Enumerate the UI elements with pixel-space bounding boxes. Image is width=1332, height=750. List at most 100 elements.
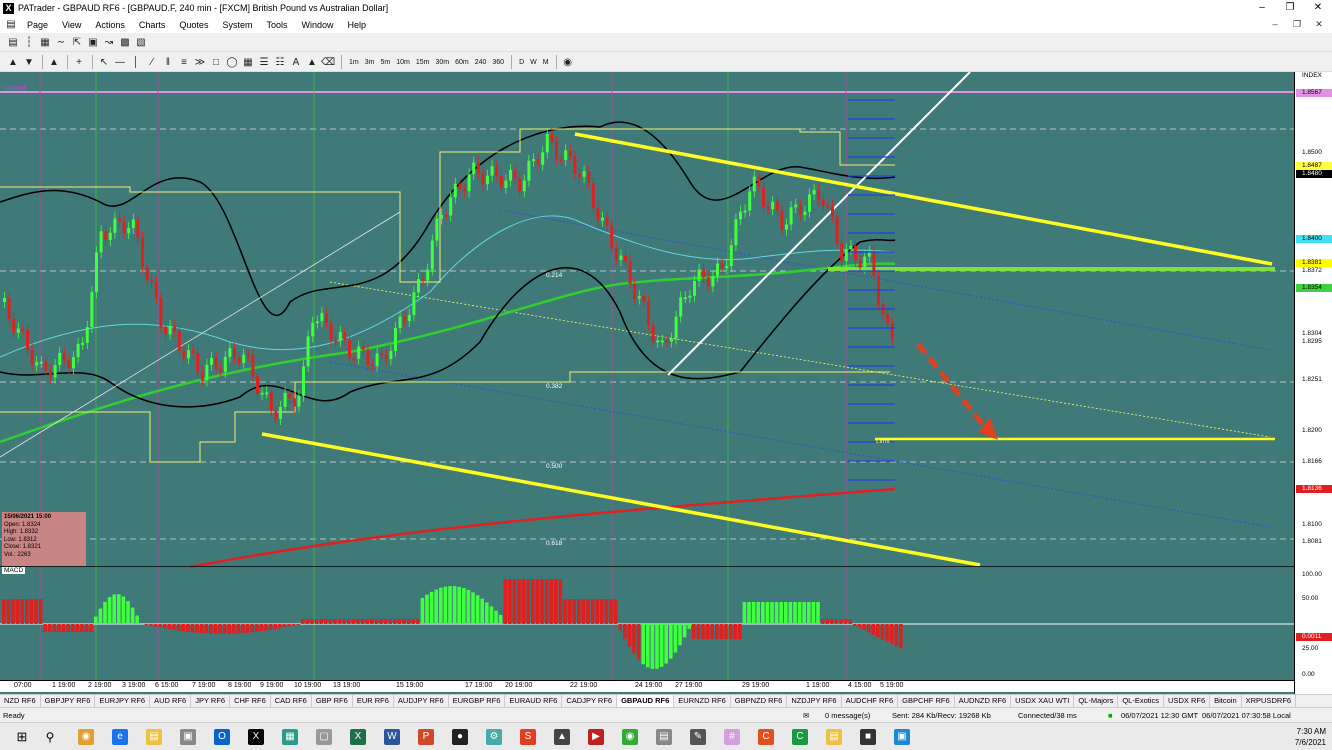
explorer-icon[interactable]: ▤ bbox=[826, 729, 842, 745]
tab-eurgbp-rf6[interactable]: EURGBP RF6 bbox=[449, 695, 506, 707]
settings-icon[interactable]: ⚙ bbox=[486, 729, 502, 745]
minimize-icon[interactable]: – bbox=[1248, 0, 1276, 16]
edge-icon[interactable]: e bbox=[112, 729, 128, 745]
template-icon[interactable]: ▩ bbox=[118, 35, 132, 49]
messages-icon[interactable]: ✉ bbox=[803, 711, 809, 720]
tablet-icon[interactable]: ▤ bbox=[656, 729, 672, 745]
arrow-up-icon[interactable]: ▲ bbox=[6, 55, 20, 69]
timeframe-3m[interactable]: 3m bbox=[362, 59, 378, 66]
menu-window[interactable]: Window bbox=[294, 20, 340, 30]
app-green-icon[interactable]: ◉ bbox=[622, 729, 638, 745]
bar-chart-icon[interactable]: ▤ bbox=[6, 35, 20, 49]
powerpoint-icon[interactable]: P bbox=[418, 729, 434, 745]
channel-icon[interactable]: ‖ bbox=[161, 55, 175, 69]
calculator-icon[interactable]: ▦ bbox=[282, 729, 298, 745]
tab-audnzd-rf6[interactable]: AUDNZD RF6 bbox=[955, 695, 1012, 707]
tab-audchf-rf6[interactable]: AUDCHF RF6 bbox=[842, 695, 899, 707]
tab-euraud-rf6[interactable]: EURAUD RF6 bbox=[505, 695, 563, 707]
ellipse-icon[interactable]: ◯ bbox=[225, 55, 239, 69]
fibonacci-icon[interactable]: ≡ bbox=[177, 55, 191, 69]
app-icon[interactable]: ● bbox=[452, 729, 468, 745]
pointer-icon[interactable]: ↖ bbox=[97, 55, 111, 69]
vertical-line-icon[interactable]: │ bbox=[129, 55, 143, 69]
windows-start-icon[interactable]: ⊞ bbox=[14, 729, 30, 745]
horizontal-line-icon[interactable]: — bbox=[113, 55, 127, 69]
app-dark-icon[interactable]: ■ bbox=[860, 729, 876, 745]
properties-icon[interactable]: ▧ bbox=[134, 35, 148, 49]
timeframe-w[interactable]: W bbox=[527, 59, 540, 66]
menu-page[interactable]: Page bbox=[20, 20, 55, 30]
cycles-icon[interactable]: ☰ bbox=[257, 55, 271, 69]
rectangle-icon[interactable]: □ bbox=[209, 55, 223, 69]
tab-cad-rf6[interactable]: CAD RF6 bbox=[271, 695, 312, 707]
tab-nzdjpy-rf6[interactable]: NZDJPY RF6 bbox=[787, 695, 842, 707]
tab-aud-rf6[interactable]: AUD RF6 bbox=[150, 695, 192, 707]
text-icon[interactable]: A bbox=[289, 55, 303, 69]
status-messages[interactable]: 0 message(s) bbox=[825, 711, 870, 720]
timeframe-m[interactable]: M bbox=[540, 59, 552, 66]
erase-icon[interactable]: ⌫ bbox=[321, 55, 335, 69]
tab-usdx-xau-wti[interactable]: USDX XAU WTI bbox=[1011, 695, 1075, 707]
timeframe-1m[interactable]: 1m bbox=[346, 59, 362, 66]
chart-area[interactable]: Locked 0.214 0.382 0.500 0.618 Limit 15/… bbox=[0, 72, 1332, 694]
timeframe-15m[interactable]: 15m bbox=[413, 59, 433, 66]
tab-gbpjpy-rf6[interactable]: GBPJPY RF6 bbox=[41, 695, 96, 707]
label-icon[interactable]: ▲ bbox=[305, 55, 319, 69]
tab-gbp-rf6[interactable]: GBP RF6 bbox=[312, 695, 353, 707]
word-icon[interactable]: W bbox=[384, 729, 400, 745]
tab-jpy-rf6[interactable]: JPY RF6 bbox=[191, 695, 231, 707]
gann-icon[interactable]: ▦ bbox=[241, 55, 255, 69]
candle-chart-icon[interactable]: ▦ bbox=[38, 35, 52, 49]
notes-icon[interactable]: ✎ bbox=[690, 729, 706, 745]
snagit-icon[interactable]: S bbox=[520, 729, 536, 745]
menu-system[interactable]: System bbox=[215, 20, 259, 30]
trade-icon[interactable]: ▲ bbox=[47, 55, 61, 69]
tab-ql-majors[interactable]: QL-Majors bbox=[1074, 695, 1119, 707]
app-red-icon[interactable]: ▶ bbox=[588, 729, 604, 745]
tab-xrpusdrf6[interactable]: XRPUSDRF6 bbox=[1242, 695, 1297, 707]
menu-help[interactable]: Help bbox=[341, 20, 374, 30]
timeframe-10m[interactable]: 10m bbox=[393, 59, 413, 66]
app-green-c-icon[interactable]: C bbox=[792, 729, 808, 745]
child-close-icon[interactable]: ✕ bbox=[1308, 17, 1330, 31]
timeframe-60m[interactable]: 60m bbox=[452, 59, 472, 66]
tab-chf-rf6[interactable]: CHF RF6 bbox=[230, 695, 271, 707]
arrow-down-icon[interactable]: ▼ bbox=[22, 55, 36, 69]
photos-icon[interactable]: ▢ bbox=[316, 729, 332, 745]
excel-icon[interactable]: X bbox=[350, 729, 366, 745]
child-restore-icon[interactable]: ❐ bbox=[1286, 17, 1308, 31]
menu-actions[interactable]: Actions bbox=[88, 20, 132, 30]
search-icon[interactable]: ⚲ bbox=[42, 729, 58, 745]
tab-eurjpy-rf6[interactable]: EURJPY RF6 bbox=[95, 695, 151, 707]
timeframe-d[interactable]: D bbox=[516, 59, 527, 66]
child-minimize-icon[interactable]: – bbox=[1264, 17, 1286, 31]
tab-eurnzd-rf6[interactable]: EURNZD RF6 bbox=[674, 695, 731, 707]
timeframe-360[interactable]: 360 bbox=[489, 59, 507, 66]
restore-icon[interactable]: ❐ bbox=[1276, 0, 1304, 16]
ohlc-chart-icon[interactable]: ┆ bbox=[22, 35, 36, 49]
andrews-icon[interactable]: ☷ bbox=[273, 55, 287, 69]
tab-audjpy-rf6[interactable]: AUDJPY RF6 bbox=[394, 695, 449, 707]
indicator-icon[interactable]: ↝ bbox=[102, 35, 116, 49]
tab-cadjpy-rf6[interactable]: CADJPY RF6 bbox=[562, 695, 618, 707]
zoom-chart-icon[interactable]: ⇱ bbox=[70, 35, 84, 49]
tab-gbpnzd-rf6[interactable]: GBPNZD RF6 bbox=[731, 695, 788, 707]
outlook-icon[interactable]: O bbox=[214, 729, 230, 745]
system-clock[interactable]: 7:30 AM 7/6/2021 bbox=[1295, 726, 1326, 748]
patrader-icon[interactable]: X bbox=[248, 729, 264, 745]
tab-nzd-rf6[interactable]: NZD RF6 bbox=[0, 695, 41, 707]
tab-ql-exotics[interactable]: QL-Exotics bbox=[1118, 695, 1165, 707]
timeframe-5m[interactable]: 5m bbox=[377, 59, 393, 66]
crosshair-chart-icon[interactable]: ▣ bbox=[86, 35, 100, 49]
tab-gbpaud-rf6[interactable]: GBPAUD RF6 bbox=[617, 695, 675, 707]
store-icon[interactable]: ▣ bbox=[180, 729, 196, 745]
menu-quotes[interactable]: Quotes bbox=[172, 20, 215, 30]
tab-eur-rf6[interactable]: EUR RF6 bbox=[353, 695, 394, 707]
timeframe-240[interactable]: 240 bbox=[472, 59, 490, 66]
timeframe-30m[interactable]: 30m bbox=[432, 59, 452, 66]
refresh-icon[interactable]: ◉ bbox=[561, 55, 575, 69]
capture-icon[interactable]: ▲ bbox=[554, 729, 570, 745]
trendline-icon[interactable]: ∕ bbox=[145, 55, 159, 69]
tab-usdx-rf6[interactable]: USDX RF6 bbox=[1164, 695, 1211, 707]
page-menu-icon[interactable]: ▤ bbox=[4, 18, 18, 32]
